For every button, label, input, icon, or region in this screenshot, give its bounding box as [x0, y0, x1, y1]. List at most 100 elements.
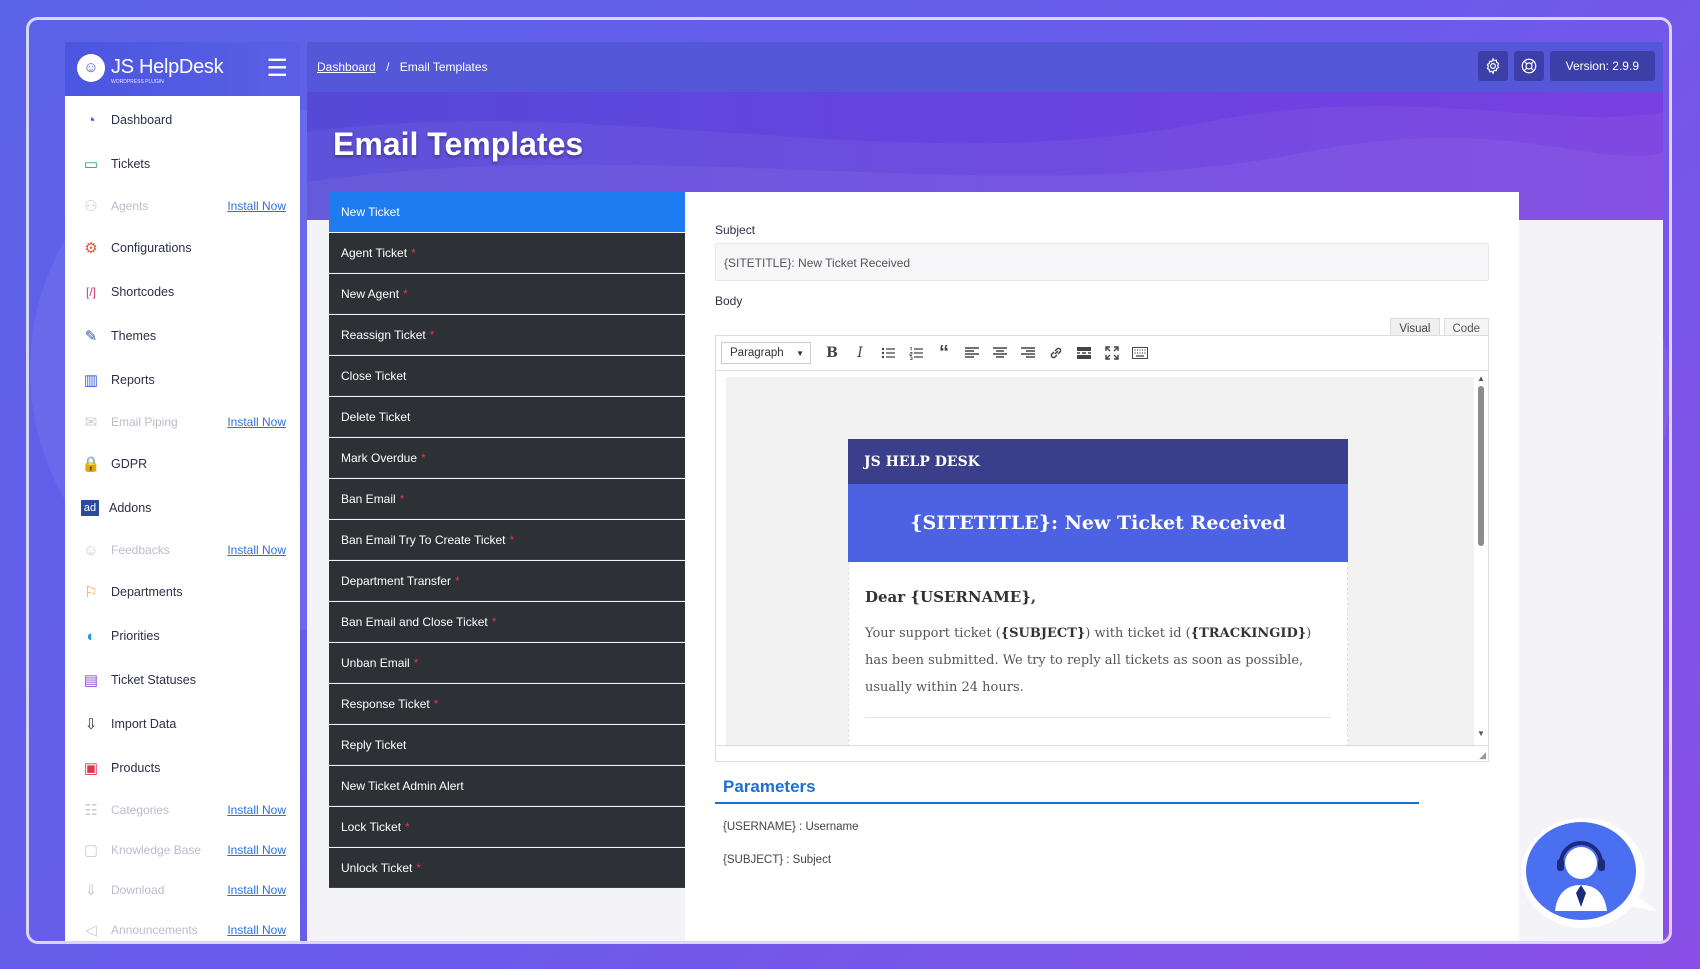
screenshot-frame: ☺ JS HelpDesk WORDPRESS PLUGIN ☰ ◔ Dashbo…: [26, 17, 1672, 944]
gear-icon: ⚙: [84, 240, 98, 257]
template-item-agent-ticket[interactable]: Agent Ticket *: [329, 233, 685, 273]
template-item-label: Unban Email: [341, 655, 410, 670]
required-star-icon: *: [405, 819, 410, 834]
scroll-down-icon[interactable]: ▼: [1477, 729, 1485, 738]
align-left-icon[interactable]: [959, 341, 985, 365]
required-star-icon: *: [403, 286, 408, 301]
dashboard-icon: ◔: [86, 111, 96, 129]
sidebar-item-download: ⇓ Download Install Now: [65, 870, 300, 910]
gear-icon: [1486, 57, 1499, 75]
template-item-response-ticket[interactable]: Response Ticket *: [329, 684, 685, 724]
format-select[interactable]: Paragraph ▼: [721, 342, 811, 364]
required-star-icon: *: [429, 327, 435, 342]
install-now-link[interactable]: Install Now: [227, 199, 286, 213]
sidebar-item-dashboard[interactable]: ◔ Dashboard: [65, 98, 300, 142]
template-item-label: Unlock Ticket: [341, 860, 413, 875]
sidebar-item-gdpr[interactable]: 🔒 GDPR: [65, 442, 300, 486]
email-header: JS HELP DESK: [848, 439, 1348, 484]
sidebar-item-departments[interactable]: ⚐ Departments: [65, 570, 300, 614]
template-item-label: New Ticket Admin Alert: [341, 778, 464, 793]
template-item-label: Reassign Ticket: [341, 327, 426, 342]
sidebar-item-tickets[interactable]: ▭ Tickets: [65, 142, 300, 186]
bullet-list-icon[interactable]: [875, 341, 901, 365]
sidebar-item-feedbacks: ☺ Feedbacks Install Now: [65, 530, 300, 570]
editor-scrollbar[interactable]: ▲ ▼: [1476, 374, 1486, 738]
template-item-reply-ticket[interactable]: Reply Ticket: [329, 725, 685, 765]
status-icon: ▤: [83, 672, 99, 689]
template-item-mark-overdue[interactable]: Mark Overdue *: [329, 438, 685, 478]
sidebar-item-import-data[interactable]: ⇩ Import Data: [65, 702, 300, 746]
template-item-label: Ban Email Try To Create Ticket: [341, 532, 506, 547]
scrollbar-thumb[interactable]: [1478, 386, 1484, 546]
editor-content-area[interactable]: JS HELP DESK {SITETITLE}: New Ticket Rec…: [726, 377, 1474, 745]
support-button[interactable]: [1513, 51, 1544, 81]
numbered-list-icon[interactable]: [903, 341, 929, 365]
sidebar-item-label: Feedbacks: [111, 543, 170, 557]
template-item-ban-email[interactable]: Ban Email *: [329, 479, 685, 519]
template-item-new-ticket[interactable]: New Ticket: [329, 192, 685, 232]
support-chat-bubble[interactable]: [1515, 815, 1663, 937]
email-body: Dear {USERNAME}, Your support ticket ({S…: [848, 562, 1348, 745]
breadcrumb-dashboard-link[interactable]: Dashboard: [317, 60, 376, 74]
hamburger-menu-icon[interactable]: ☰: [266, 57, 288, 81]
template-item-label: Department Transfer: [341, 573, 452, 588]
template-item-label: Agent Ticket: [341, 245, 408, 260]
parameter-item: {USERNAME} : Username: [723, 821, 859, 833]
align-center-icon[interactable]: [987, 341, 1013, 365]
install-now-link[interactable]: Install Now: [227, 803, 286, 817]
sidebar-item-themes[interactable]: ✎ Themes: [65, 314, 300, 358]
template-item-ban-email-try-to-create-ticket[interactable]: Ban Email Try To Create Ticket *: [329, 520, 685, 560]
template-item-new-agent[interactable]: New Agent *: [329, 274, 685, 314]
sidebar-item-reports[interactable]: ▥ Reports: [65, 358, 300, 402]
template-item-lock-ticket[interactable]: Lock Ticket *: [329, 807, 685, 847]
template-item-unlock-ticket[interactable]: Unlock Ticket *: [329, 848, 685, 888]
logo[interactable]: ☺ JS HelpDesk WORDPRESS PLUGIN: [77, 53, 224, 85]
book-icon: ▢: [83, 842, 99, 859]
fullscreen-icon[interactable]: [1099, 341, 1125, 365]
template-item-label: Reply Ticket: [341, 737, 407, 752]
sidebar-item-label: GDPR: [111, 457, 148, 471]
blockquote-icon[interactable]: “: [931, 341, 957, 365]
template-list: New Ticket Agent Ticket * New Agent * Reassig…: [329, 192, 685, 941]
required-star-icon: *: [491, 614, 497, 629]
template-item-reassign-ticket[interactable]: Reassign Ticket *: [329, 315, 685, 355]
template-item-unban-email[interactable]: Unban Email *: [329, 643, 685, 683]
align-right-icon[interactable]: [1015, 341, 1041, 365]
install-now-link[interactable]: Install Now: [227, 923, 286, 937]
link-icon[interactable]: [1043, 341, 1069, 365]
sidebar-item-ticket-statuses[interactable]: ▤ Ticket Statuses: [65, 658, 300, 702]
keyboard-icon[interactable]: [1127, 341, 1153, 365]
shortcode-icon: [/]: [85, 285, 96, 299]
template-item-label: New Ticket: [341, 205, 400, 219]
template-item-department-transfer[interactable]: Department Transfer *: [329, 561, 685, 601]
visual-editor[interactable]: JS HELP DESK {SITETITLE}: New Ticket Rec…: [715, 371, 1489, 746]
bold-icon[interactable]: B: [819, 341, 845, 365]
install-now-link[interactable]: Install Now: [227, 543, 286, 557]
resize-handle-icon[interactable]: ◢: [1479, 750, 1486, 761]
install-now-link[interactable]: Install Now: [227, 843, 286, 857]
sidebar-item-shortcodes[interactable]: [/] Shortcodes: [65, 270, 300, 314]
breadcrumb-separator: /: [386, 60, 390, 74]
logo-text: JS HelpDesk: [111, 56, 224, 78]
template-item-label: Close Ticket: [341, 368, 407, 383]
italic-icon[interactable]: I: [847, 341, 873, 365]
settings-button[interactable]: [1477, 51, 1508, 81]
template-item-delete-ticket[interactable]: Delete Ticket: [329, 397, 685, 437]
install-now-link[interactable]: Install Now: [227, 415, 286, 429]
template-item-label: Ban Email and Close Ticket: [341, 614, 488, 629]
install-now-link[interactable]: Install Now: [227, 883, 286, 897]
agents-icon: ⚇: [84, 198, 98, 215]
sidebar-item-agents: ⚇ Agents Install Now: [65, 186, 300, 226]
template-item-close-ticket[interactable]: Close Ticket: [329, 356, 685, 396]
sidebar-item-addons[interactable]: ad Addons: [65, 486, 300, 530]
template-item-new-ticket-admin-alert[interactable]: New Ticket Admin Alert: [329, 766, 685, 806]
sidebar-item-products[interactable]: ▣ Products: [65, 746, 300, 790]
sidebar: ☺ JS HelpDesk WORDPRESS PLUGIN ☰ ◔ Dashbo…: [65, 42, 300, 941]
sidebar-item-configurations[interactable]: ⚙ Configurations: [65, 226, 300, 270]
read-more-icon[interactable]: [1071, 341, 1097, 365]
scroll-up-icon[interactable]: ▲: [1477, 374, 1485, 383]
addons-icon: ad: [81, 500, 99, 516]
template-item-ban-email-and-close-ticket[interactable]: Ban Email and Close Ticket *: [329, 602, 685, 642]
sidebar-item-priorities[interactable]: ◐ Priorities: [65, 614, 300, 658]
subject-field[interactable]: {SITETITLE}: New Ticket Received: [715, 243, 1489, 281]
